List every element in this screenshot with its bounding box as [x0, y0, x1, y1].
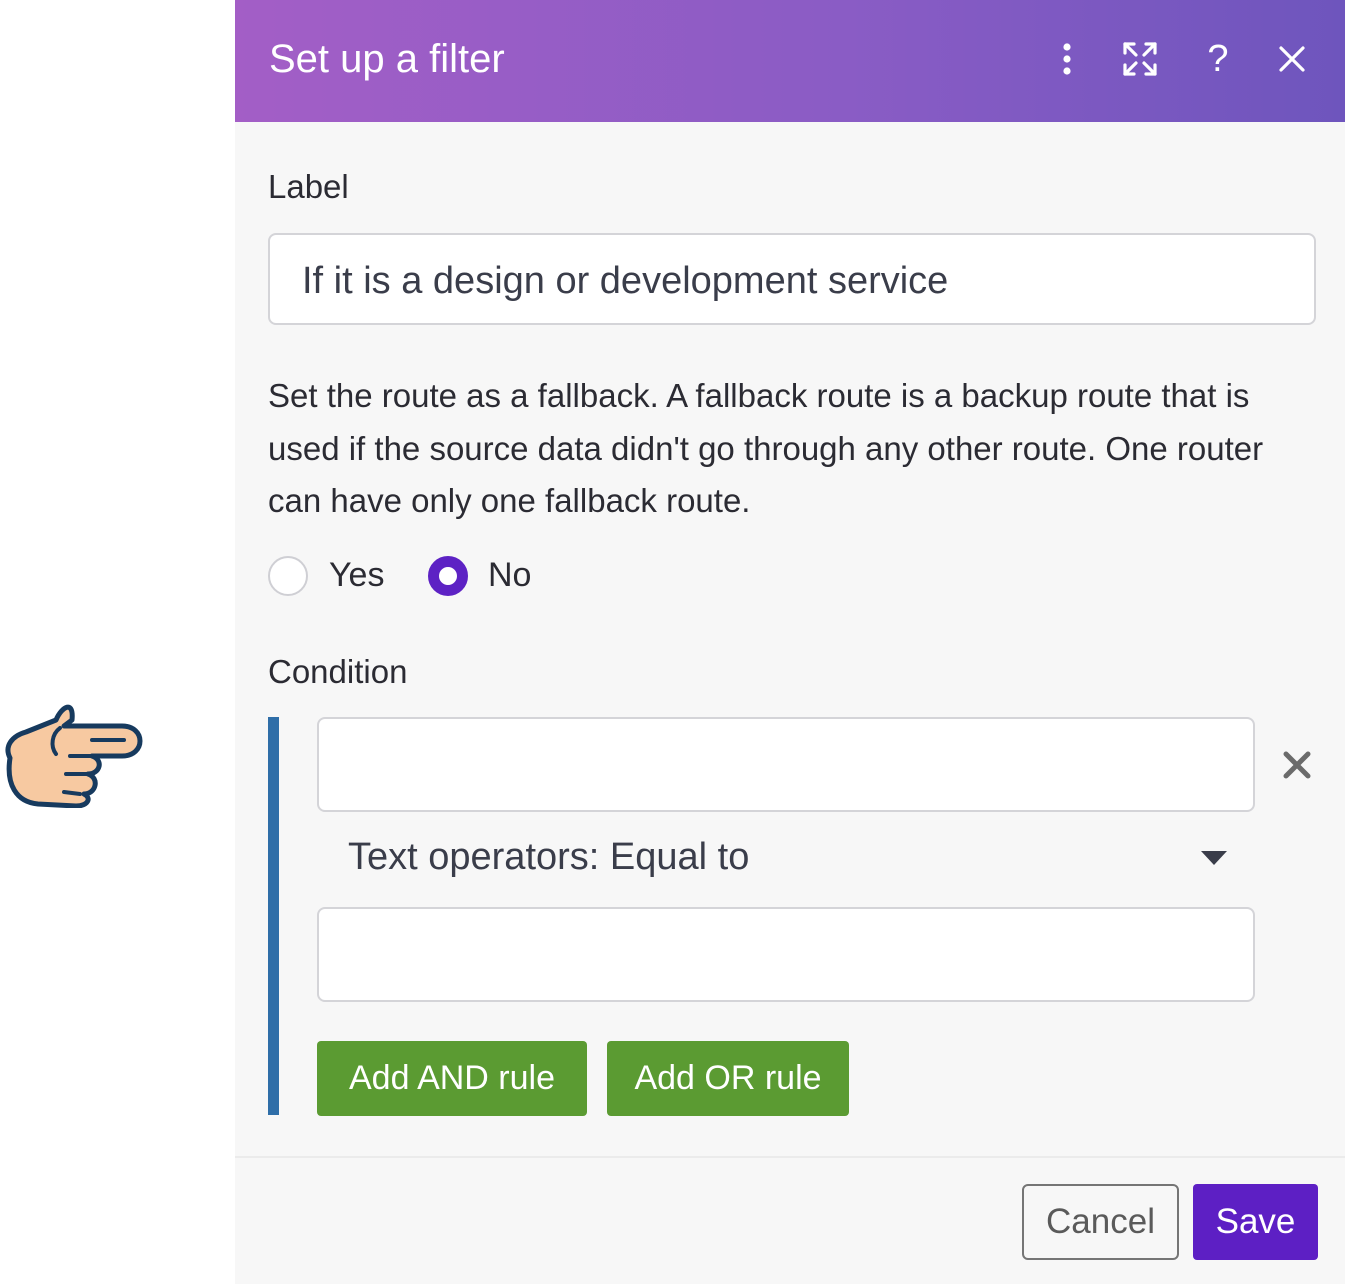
add-or-rule-button[interactable]: Add OR rule: [607, 1041, 849, 1116]
label-heading: Label: [268, 168, 349, 205]
fallback-description: Set the route as a fallback. A fallback …: [268, 377, 1264, 519]
label-input[interactable]: If it is a design or development service: [268, 233, 1316, 325]
fallback-yes-label[interactable]: Yes: [329, 554, 384, 596]
filter-dialog: Set up a filter ? Label If it is a desig…: [235, 0, 1345, 1284]
close-button[interactable]: [1269, 36, 1315, 82]
chevron-down-icon[interactable]: [1199, 848, 1229, 868]
dialog-title: Set up a filter: [269, 37, 505, 81]
dialog-header: Set up a filter ?: [235, 0, 1345, 122]
pointing-hand-icon: [5, 704, 143, 808]
remove-condition-button[interactable]: [1277, 745, 1317, 785]
fallback-no-radio[interactable]: [428, 556, 468, 596]
second-operand-input[interactable]: [317, 907, 1255, 1002]
add-and-rule-button[interactable]: Add AND rule: [317, 1041, 587, 1116]
expand-button[interactable]: [1117, 36, 1163, 82]
more-vertical-icon: [1063, 43, 1071, 75]
cancel-button[interactable]: Cancel: [1022, 1184, 1179, 1260]
more-options-button[interactable]: [1044, 36, 1090, 82]
help-button[interactable]: ?: [1195, 36, 1241, 82]
expand-icon: [1123, 42, 1157, 76]
help-icon: ?: [1207, 38, 1229, 80]
condition-heading: Condition: [268, 653, 408, 690]
footer-divider: [235, 1156, 1345, 1158]
condition-group-bar: [268, 717, 279, 1115]
close-icon: [1279, 46, 1305, 72]
save-button[interactable]: Save: [1193, 1184, 1318, 1260]
close-icon: [1283, 751, 1311, 779]
label-input-value: If it is a design or development service: [302, 260, 949, 302]
fallback-yes-radio[interactable]: [268, 556, 308, 596]
operator-select[interactable]: Text operators: Equal to: [348, 834, 749, 880]
fallback-no-label[interactable]: No: [488, 554, 531, 596]
first-operand-input[interactable]: [317, 717, 1255, 812]
